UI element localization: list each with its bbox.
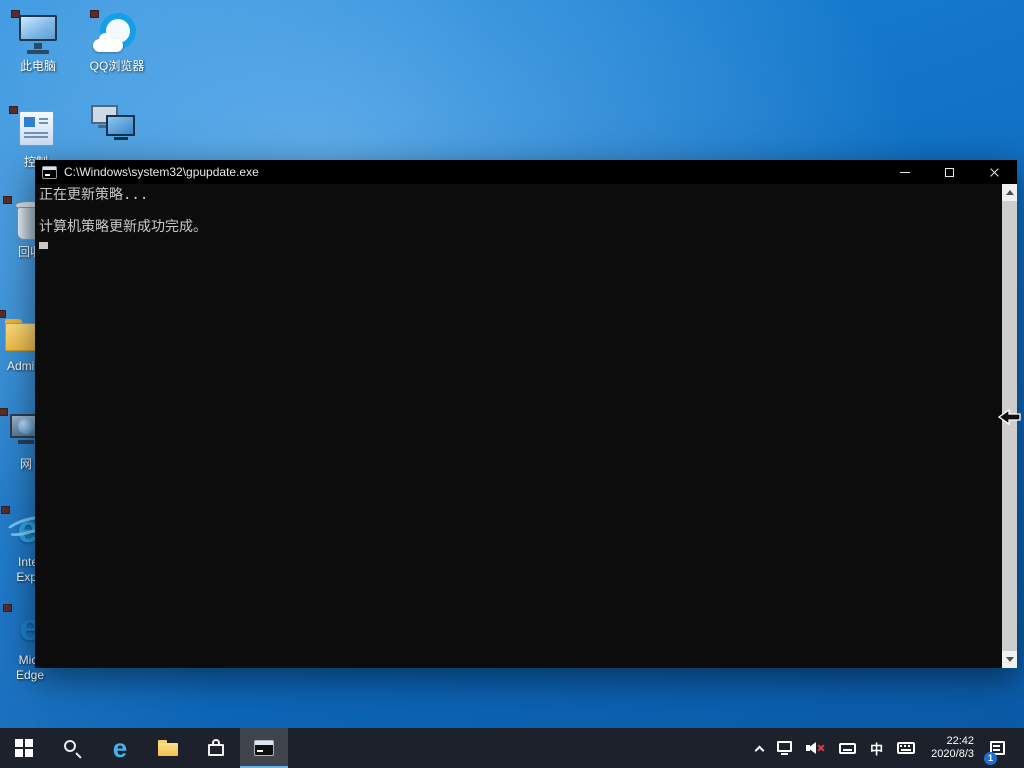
clock-time: 22:42 [931, 735, 974, 748]
taskbar: e 中 22:42 2020/8/3 [0, 728, 1024, 768]
console-output[interactable]: 正在更新策略... 计算机策略更新成功完成。 [35, 184, 1017, 668]
minimize-button[interactable] [882, 160, 927, 184]
keyboard-icon [839, 743, 856, 754]
console-cursor [39, 242, 48, 249]
start-button[interactable] [0, 728, 48, 768]
network-tray-icon [777, 741, 792, 752]
desktop-icon-network-neighborhood[interactable] [75, 102, 151, 149]
close-icon [989, 167, 1000, 178]
search-button[interactable] [48, 728, 96, 768]
icon-overlay-badge [9, 106, 18, 114]
minimize-icon [900, 172, 910, 173]
console-line-2: 计算机策略更新成功完成。 [39, 219, 997, 235]
maximize-icon [945, 168, 954, 177]
edge-icon: e [113, 735, 127, 761]
chevron-up-icon [755, 745, 765, 755]
notification-badge: 1 [984, 752, 997, 765]
desktop-icon-this-pc[interactable]: 此电脑 [0, 12, 76, 74]
tray-ime-keyboard-button[interactable] [832, 728, 863, 768]
taskbar-console-button-active[interactable] [240, 728, 288, 768]
scroll-down-arrow-icon[interactable] [1002, 651, 1017, 668]
search-icon [63, 739, 82, 758]
taskbar-store-button[interactable] [192, 728, 240, 768]
console-line-1: 正在更新策略... [39, 187, 997, 203]
taskbar-edge-button[interactable]: e [96, 728, 144, 768]
control-panel-icon [12, 108, 60, 154]
tray-network-button[interactable] [770, 728, 799, 768]
icon-overlay-badge [3, 604, 12, 612]
network-computers-icon [89, 102, 137, 148]
scroll-up-arrow-icon[interactable] [1002, 184, 1017, 201]
mouse-cursor [998, 408, 1022, 426]
store-icon [208, 739, 224, 757]
tray-ime-language-button[interactable]: 中 [863, 728, 890, 768]
maximize-button[interactable] [927, 160, 972, 184]
this-pc-icon [14, 12, 62, 58]
icon-overlay-badge [0, 408, 8, 416]
console-window-icon [254, 740, 274, 756]
icon-overlay-badge [1, 506, 10, 514]
clock-date: 2020/8/3 [931, 748, 974, 761]
icon-overlay-badge [0, 310, 6, 318]
console-title-bar[interactable]: C:\Windows\system32\gpupdate.exe [35, 160, 1017, 184]
console-blank-line [39, 203, 997, 219]
taskbar-clock[interactable]: 22:42 2020/8/3 [922, 735, 983, 761]
taskbar-file-explorer-button[interactable] [144, 728, 192, 768]
touch-keyboard-icon [897, 742, 915, 754]
console-window: C:\Windows\system32\gpupdate.exe 正在更新策略.… [35, 160, 1017, 668]
file-explorer-icon [158, 740, 178, 756]
window-title: C:\Windows\system32\gpupdate.exe [64, 165, 882, 179]
desktop-surface[interactable]: 此电脑 QQ浏览器 控制 回收 Admin [0, 0, 1024, 768]
desktop-icon-qq-browser[interactable]: QQ浏览器 [79, 12, 155, 74]
scrollbar-thumb[interactable] [1002, 201, 1017, 651]
desktop-icon-label: 此电脑 [0, 59, 76, 74]
icon-overlay-badge [11, 10, 20, 18]
console-scrollbar[interactable] [1002, 184, 1017, 668]
console-app-icon [42, 166, 57, 179]
icon-overlay-badge [90, 10, 99, 18]
tray-volume-button[interactable] [799, 728, 832, 768]
icon-overlay-badge [3, 196, 12, 204]
tray-show-hidden-icons[interactable] [749, 728, 770, 768]
windows-logo-icon [15, 739, 33, 757]
volume-muted-icon [806, 741, 825, 755]
qq-browser-icon [93, 12, 141, 58]
action-center-button[interactable]: 1 [983, 728, 1012, 768]
tray-touch-keyboard-button[interactable] [890, 728, 922, 768]
desktop-icon-label: QQ浏览器 [79, 59, 155, 74]
close-button[interactable] [972, 160, 1017, 184]
